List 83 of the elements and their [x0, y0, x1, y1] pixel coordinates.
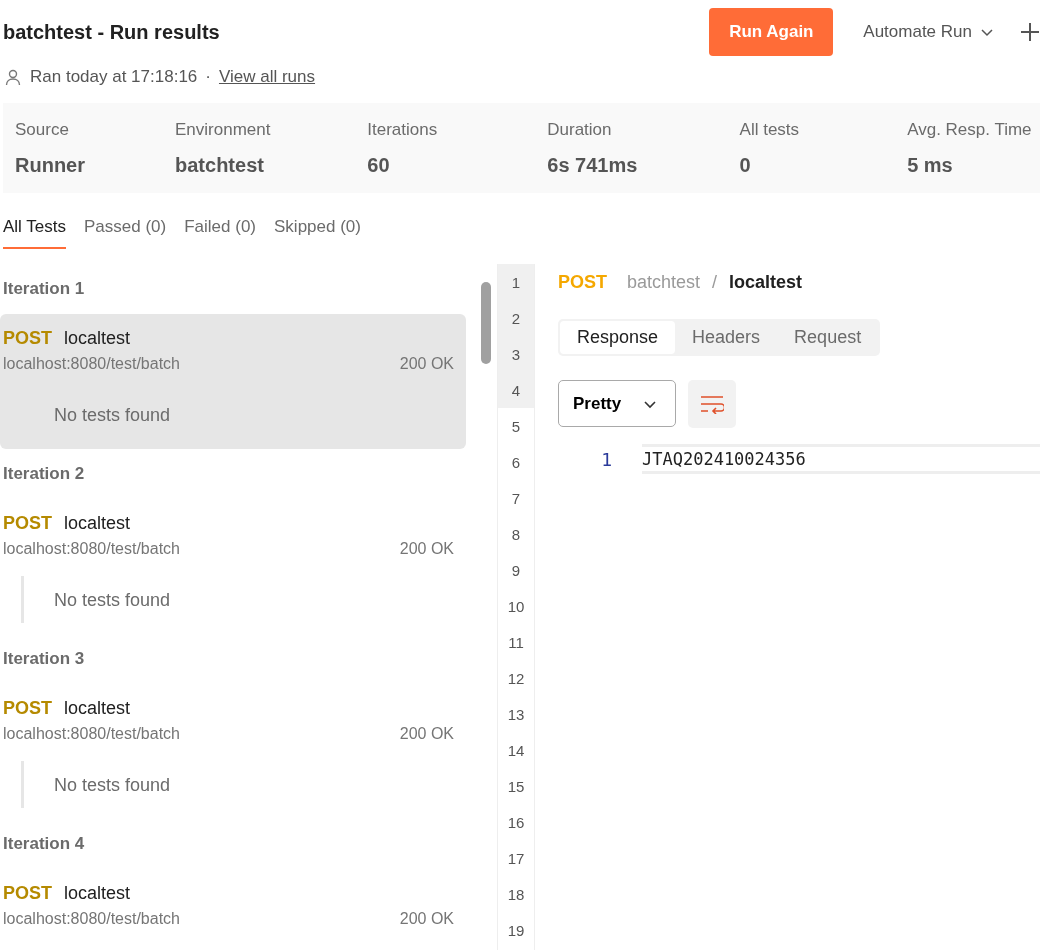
request-card[interactable]: POST localtest localhost:8080/test/batch 200 OK: [0, 869, 466, 950]
request-card[interactable]: POST localtest localhost:8080/test/batch 200 OK No tests found: [0, 499, 466, 634]
stat-value: 60: [367, 153, 391, 177]
iteration-marker[interactable]: 1: [498, 264, 534, 300]
request-name: localtest: [729, 271, 803, 293]
response-tab[interactable]: Request: [777, 321, 879, 354]
request-url: localhost:8080/test/batch: [3, 355, 180, 373]
iteration-marker[interactable]: 9: [498, 552, 534, 588]
request-name: localtest: [64, 513, 131, 534]
no-tests-text: No tests found: [54, 775, 171, 795]
iteration-marker[interactable]: 10: [498, 588, 534, 624]
chevron-down-icon: [980, 27, 994, 37]
iteration-marker[interactable]: 8: [498, 516, 534, 552]
method-label: POST: [3, 698, 52, 719]
request-name: localtest: [64, 883, 131, 904]
chevron-down-icon: [643, 398, 658, 409]
iteration-heading: Iteration 3: [3, 649, 85, 669]
iteration-marker[interactable]: 18: [498, 876, 534, 912]
line-number: 1: [600, 448, 613, 470]
no-tests-text: No tests found: [54, 590, 171, 610]
method-label: POST: [3, 883, 52, 904]
run-timestamp: Ran today at 17:18:16: [30, 67, 198, 87]
iteration-marker[interactable]: 17: [498, 840, 534, 876]
word-wrap-icon: [700, 394, 724, 414]
stat-value: 5 ms: [907, 153, 954, 177]
request-name: localtest: [64, 328, 131, 349]
stat-label: Duration: [547, 119, 613, 140]
request-url: localhost:8080/test/batch: [3, 725, 180, 743]
stat-label: Iterations: [367, 119, 439, 140]
stat-value: Runner: [15, 153, 86, 177]
iteration-heading: Iteration 2: [3, 464, 85, 484]
status-text: 200 OK: [399, 725, 454, 743]
iteration-marker[interactable]: 12: [498, 660, 534, 696]
filter-tab[interactable]: Failed (0): [184, 217, 256, 249]
stat-label: All tests: [739, 119, 801, 140]
status-text: 200 OK: [399, 540, 454, 558]
request-url: localhost:8080/test/batch: [3, 540, 180, 558]
request-name: localtest: [64, 698, 131, 719]
iteration-marker[interactable]: 11: [498, 624, 534, 660]
iteration-heading: Iteration 1: [3, 279, 85, 299]
status-text: 200 OK: [399, 910, 454, 928]
no-tests-text: No tests found: [54, 405, 171, 425]
response-tab[interactable]: Headers: [675, 321, 778, 354]
iteration-marker[interactable]: 4: [498, 372, 534, 408]
stat-value: 6s 741ms: [547, 153, 639, 177]
filter-tab[interactable]: Skipped (0): [274, 217, 361, 249]
code-line: JTAQ202410024356: [642, 444, 1040, 474]
stat-label: Source: [15, 119, 70, 140]
word-wrap-button[interactable]: [688, 380, 736, 428]
iteration-marker[interactable]: 15: [498, 768, 534, 804]
iteration-marker[interactable]: 16: [498, 804, 534, 840]
view-all-runs-link[interactable]: View all runs: [218, 67, 316, 87]
status-text: 200 OK: [399, 355, 454, 373]
iteration-heading: Iteration 4: [3, 834, 85, 854]
iteration-marker[interactable]: 13: [498, 696, 534, 732]
scrollbar-thumb[interactable]: [481, 282, 491, 364]
method-label: POST: [3, 328, 52, 349]
iteration-marker[interactable]: 5: [498, 408, 534, 444]
iteration-marker[interactable]: 6: [498, 444, 534, 480]
method-label: POST: [558, 271, 607, 293]
filter-tab[interactable]: All Tests: [3, 217, 66, 249]
iteration-marker[interactable]: 2: [498, 300, 534, 336]
iteration-marker[interactable]: 14: [498, 732, 534, 768]
format-dropdown[interactable]: Pretty: [558, 380, 676, 427]
request-card[interactable]: POST localtest localhost:8080/test/batch 200 OK No tests found: [0, 314, 466, 449]
iteration-marker[interactable]: 3: [498, 336, 534, 372]
request-url: localhost:8080/test/batch: [3, 910, 180, 928]
request-card[interactable]: POST localtest localhost:8080/test/batch 200 OK No tests found: [0, 684, 466, 819]
response-tab[interactable]: Response: [560, 321, 676, 354]
stat-value: batchtest: [175, 153, 265, 177]
breadcrumb-separator: /: [712, 271, 718, 293]
filter-tab[interactable]: Passed (0): [84, 217, 167, 249]
method-label: POST: [3, 513, 52, 534]
user-icon: [4, 68, 22, 86]
stat-value: 0: [739, 153, 752, 177]
stat-label: Avg. Resp. Time: [907, 119, 1033, 140]
iteration-marker[interactable]: 19: [498, 912, 534, 948]
page-title: batchtest - Run results: [3, 20, 221, 44]
separator-dot: ·: [205, 67, 211, 87]
iteration-marker[interactable]: 7: [498, 480, 534, 516]
stat-label: Environment: [175, 119, 272, 140]
plus-icon[interactable]: [1020, 22, 1040, 42]
automate-run-dropdown[interactable]: Automate Run: [863, 22, 994, 42]
